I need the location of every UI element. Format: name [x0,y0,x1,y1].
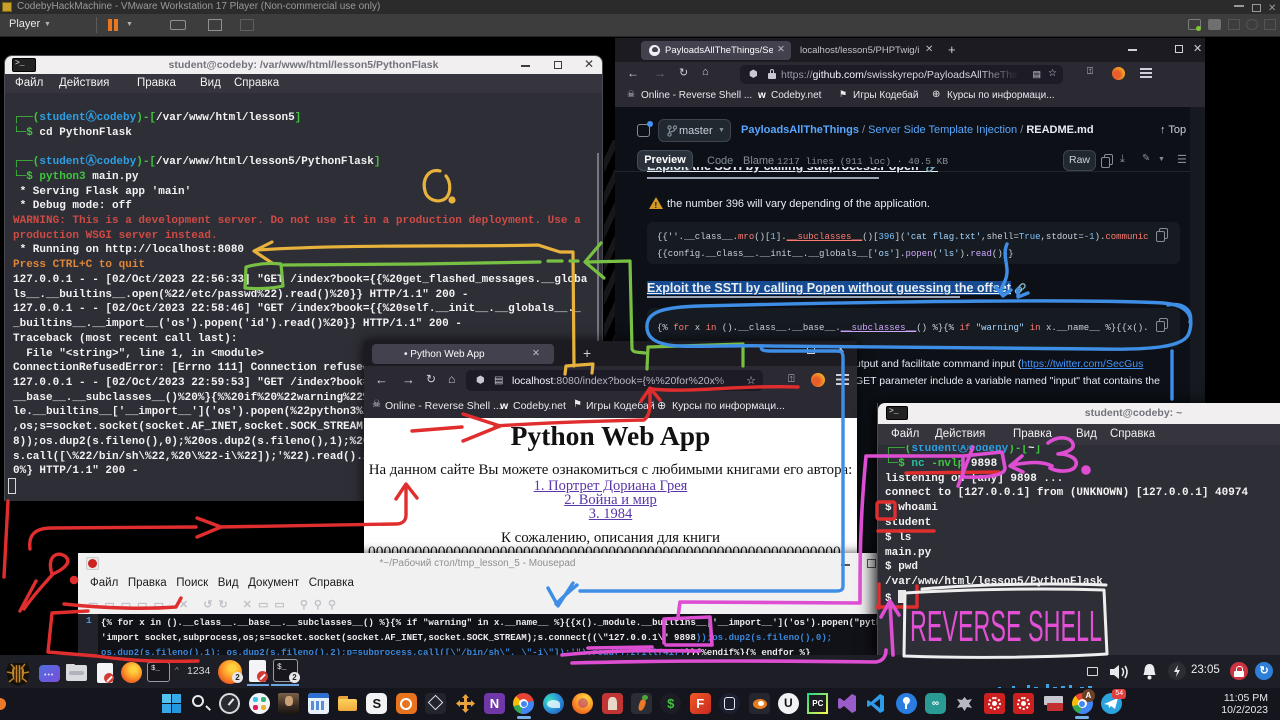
svg-text:REVERSE SHELL: REVERSE SHELL [910,602,1102,651]
